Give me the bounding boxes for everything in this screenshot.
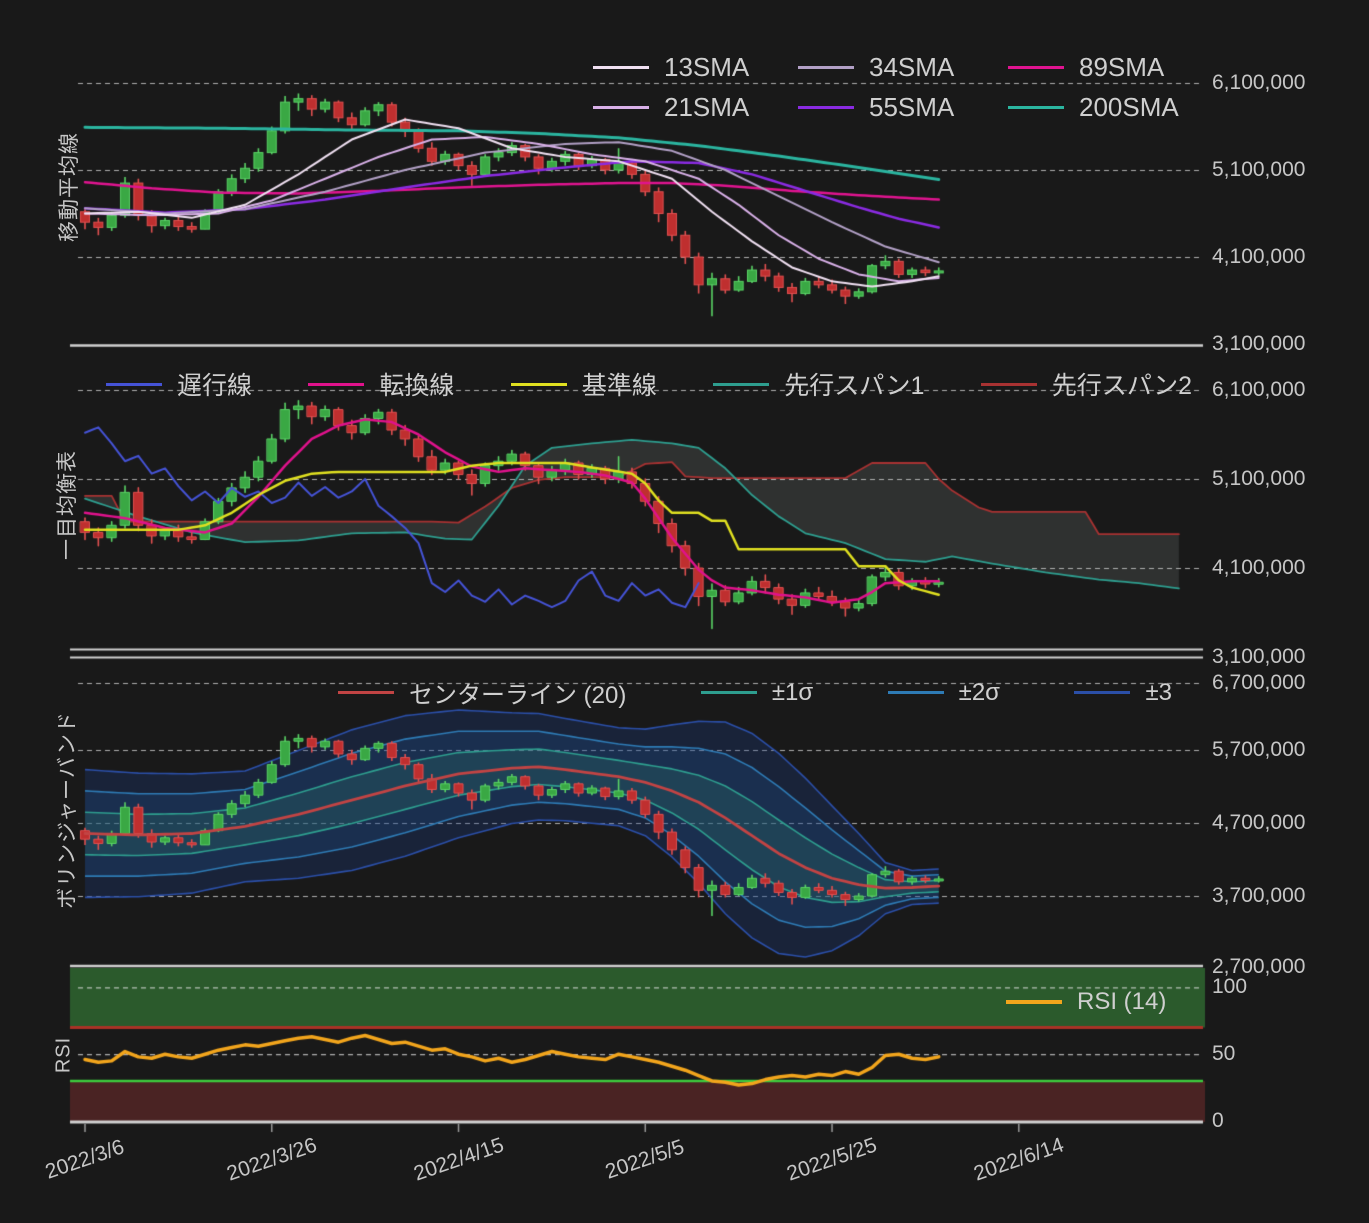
legend-label: 基準線 <box>581 372 657 400</box>
y-axis-tick-label: 3,700,000 <box>1212 884 1306 907</box>
y-axis-tick-label: 100 <box>1212 975 1248 998</box>
y-axis-tick-label: 3,100,000 <box>1212 332 1306 355</box>
legend-label: 転換線 <box>379 372 455 400</box>
legend-item: 転換線 <box>308 366 454 402</box>
y-axis-tick-label: 6,100,000 <box>1212 378 1306 401</box>
legend-label: 遅行線 <box>177 372 253 400</box>
panel2-ylabel: 一目均衡表 <box>56 450 79 560</box>
y-axis-tick-label: 4,100,000 <box>1212 556 1306 579</box>
legend-line-swatch <box>713 382 770 386</box>
legend-item: 基準線 <box>510 366 657 402</box>
legend-label: 先行スパン1 <box>784 372 925 400</box>
legend-item: 21SMA <box>593 92 798 123</box>
panel4-ylabel: RSI <box>52 1036 75 1074</box>
legend-line-swatch <box>700 691 757 694</box>
legend-line-swatch <box>308 382 365 386</box>
legend-label: 13SMA <box>664 52 750 82</box>
y-axis-tick-label: 3,100,000 <box>1212 645 1306 668</box>
panel4-rsi-legend: RSI (14) <box>1006 988 1166 1016</box>
y-axis-tick-label: 5,100,000 <box>1212 467 1306 490</box>
legend-item: 先行スパン1 <box>713 366 924 402</box>
legend-label: 先行スパン2 <box>1051 372 1192 400</box>
legend-item: 200SMA <box>1008 92 1179 123</box>
panel3-ylabel: ボリンジャーバンド <box>56 711 79 909</box>
legend-item: 13SMA <box>593 52 798 83</box>
legend-line-swatch <box>798 66 854 69</box>
y-axis-tick-label: 50 <box>1212 1042 1236 1065</box>
panel2-ichimoku-legend: 遅行線 転換線 基準線 先行スパン1 先行スパン2 <box>106 366 1192 402</box>
legend-label: ±1σ <box>771 678 814 706</box>
legend-label: 89SMA <box>1079 52 1165 82</box>
legend-line-swatch <box>510 382 567 386</box>
legend-item: 先行スパン2 <box>980 366 1192 402</box>
legend-line-swatch <box>338 691 394 694</box>
legend-line-swatch <box>980 382 1037 386</box>
legend-item: 34SMA <box>798 52 1008 83</box>
legend-item: センターライン (20) <box>338 675 626 710</box>
legend-label: 21SMA <box>664 92 750 122</box>
legend-label: ±2σ <box>958 678 1000 706</box>
legend-item: ±2σ <box>887 675 1000 710</box>
legend-item: 89SMA <box>1008 52 1179 83</box>
legend-label: ±3 <box>1145 678 1172 706</box>
chart-canvas[interactable] <box>0 0 1369 1223</box>
legend-label: RSI (14) <box>1077 988 1167 1015</box>
legend-item: RSI (14) <box>1006 988 1166 1016</box>
legend-line-swatch <box>1008 66 1064 69</box>
legend-item: ±1σ <box>700 675 814 710</box>
legend-line-swatch <box>1074 691 1131 694</box>
y-axis-tick-label: 6,100,000 <box>1212 71 1306 94</box>
legend-item: 遅行線 <box>106 366 252 402</box>
legend-label: 55SMA <box>869 92 955 122</box>
legend-line-swatch <box>1006 1000 1062 1004</box>
technical-analysis-chart: 移動平均線 一目均衡表 ボリンジャーバンド RSI 13SMA 34SMA 89SM… <box>0 0 1369 1223</box>
panel1-sma-legend: 13SMA 34SMA 89SMA 21SMA 55SMA 200SMA <box>593 52 1179 123</box>
y-axis-tick-label: 5,100,000 <box>1212 158 1306 181</box>
legend-line-swatch <box>798 106 854 109</box>
legend-line-swatch <box>1008 106 1064 109</box>
y-axis-tick-label: 5,700,000 <box>1212 738 1306 761</box>
legend-item: 55SMA <box>798 92 1008 123</box>
legend-label: 34SMA <box>869 52 955 82</box>
legend-line-swatch <box>593 106 649 109</box>
legend-line-swatch <box>106 382 162 386</box>
legend-item: ±3 <box>1074 675 1172 710</box>
panel1-ylabel: 移動平均線 <box>58 132 81 242</box>
legend-label: 200SMA <box>1079 92 1179 122</box>
y-axis-tick-label: 0 <box>1212 1109 1224 1132</box>
y-axis-tick-label: 6,700,000 <box>1212 671 1306 694</box>
legend-label: センターライン (20) <box>409 682 627 709</box>
legend-line-swatch <box>887 691 944 694</box>
y-axis-tick-label: 4,700,000 <box>1212 811 1306 834</box>
y-axis-tick-label: 4,100,000 <box>1212 245 1306 268</box>
legend-line-swatch <box>593 66 649 69</box>
panel3-bollinger-legend: センターライン (20) ±1σ ±2σ ±3 <box>338 675 1172 710</box>
